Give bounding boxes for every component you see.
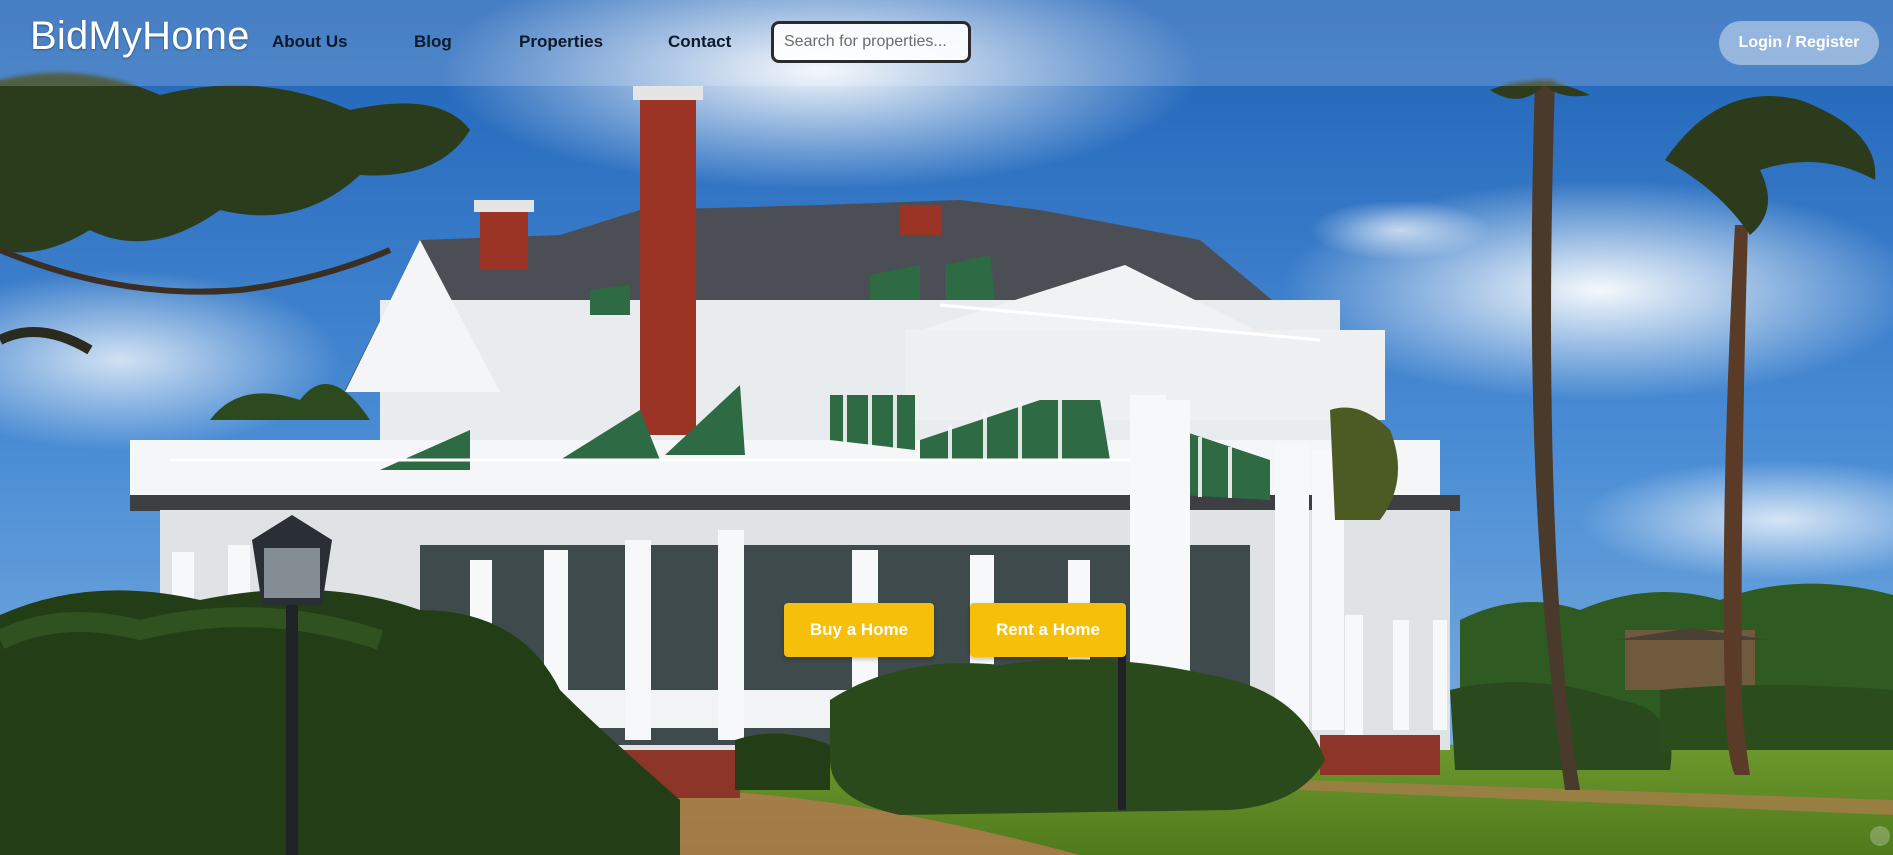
top-navigation-bar: BidMyHome About Us Blog Properties Conta… [0,0,1893,86]
login-register-button[interactable]: Login / Register [1719,21,1879,65]
nav-link-about-us[interactable]: About Us [272,32,348,52]
nav-link-blog[interactable]: Blog [414,32,452,52]
nav-link-contact[interactable]: Contact [668,32,731,52]
nav-link-properties[interactable]: Properties [519,32,603,52]
buy-a-home-button[interactable]: Buy a Home [784,603,934,657]
brand-logo[interactable]: BidMyHome [30,14,250,59]
search-input[interactable] [771,21,971,63]
hero-background-image [0,0,1893,855]
rent-a-home-button[interactable]: Rent a Home [970,603,1126,657]
scroll-indicator[interactable] [1870,826,1890,846]
